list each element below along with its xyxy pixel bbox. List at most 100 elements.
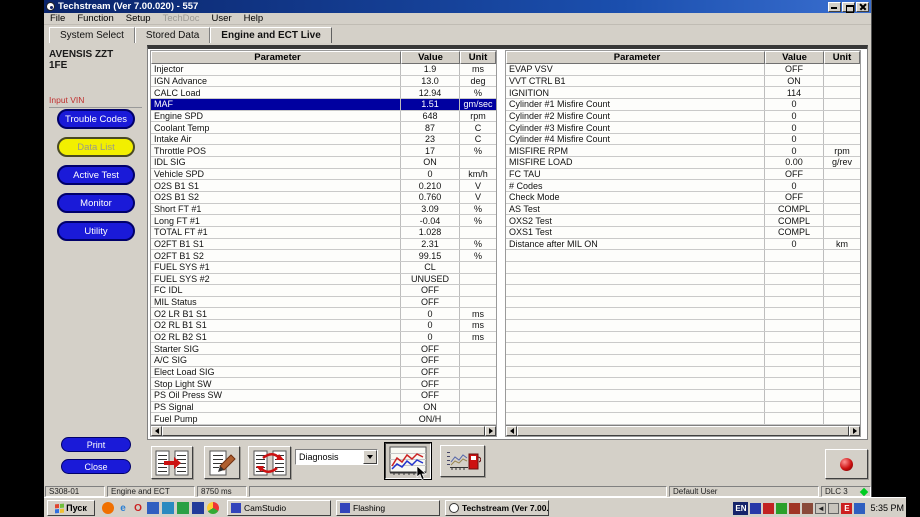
horizontal-scrollbar[interactable]	[506, 425, 860, 436]
table-row[interactable]: Fuel PumpON/H	[151, 413, 496, 425]
menu-function[interactable]: Function	[71, 13, 119, 24]
table-row[interactable]: A/C SIGOFF	[151, 355, 496, 367]
close-button[interactable]	[856, 2, 869, 12]
network-signal-icon[interactable]	[802, 503, 813, 514]
sidebar-button-trouble-codes[interactable]: Trouble Codes	[57, 109, 135, 129]
table-row[interactable]: O2S B1 S20.760V	[151, 192, 496, 204]
scrollbar-thumb[interactable]	[517, 426, 849, 436]
table-row[interactable]	[506, 378, 860, 390]
table-row[interactable]: Cylinder #2 Misfire Count0	[506, 111, 860, 123]
table-row[interactable]	[506, 390, 860, 402]
table-row[interactable]: Cylinder #1 Misfire Count0	[506, 99, 860, 111]
scroll-right-button[interactable]	[485, 426, 496, 436]
table-row[interactable]: Cylinder #3 Misfire Count0	[506, 122, 860, 134]
table-row[interactable]: PS Oil Press SWOFF	[151, 390, 496, 402]
combo-dropdown-button[interactable]	[363, 450, 377, 464]
table-row[interactable]: FUEL SYS #2UNUSED	[151, 274, 496, 286]
antivirus-green-icon[interactable]	[776, 503, 787, 514]
photoshop-icon[interactable]	[192, 502, 204, 514]
table-row[interactable]: FC IDLOFF	[151, 285, 496, 297]
table-row[interactable]: AS TestCOMPL	[506, 204, 860, 216]
volume-icon[interactable]: ◄	[815, 503, 826, 514]
sidebar-button-utility[interactable]: Utility	[57, 221, 135, 241]
column-header-parameter[interactable]: Parameter	[506, 51, 765, 64]
record-data-button[interactable]	[204, 446, 240, 479]
scroll-left-button[interactable]	[151, 426, 162, 436]
table-row[interactable]	[506, 332, 860, 344]
table-row[interactable]: Stop Light SWOFF	[151, 378, 496, 390]
table-row[interactable]: TOTAL FT #11.028	[151, 227, 496, 239]
table-row[interactable]	[506, 308, 860, 320]
column-header-parameter[interactable]: Parameter	[151, 51, 401, 64]
table-row[interactable]: Coolant Temp87C	[151, 122, 496, 134]
display-icon[interactable]	[147, 502, 159, 514]
table-row[interactable]: Engine SPD648rpm	[151, 111, 496, 123]
print-button[interactable]: Print	[61, 437, 131, 452]
table-row[interactable]: IGN Advance13.0deg	[151, 76, 496, 88]
table-row[interactable]	[506, 274, 860, 286]
table-row[interactable]: PS SignalON	[151, 402, 496, 414]
tab-stored-data[interactable]: Stored Data	[135, 27, 210, 43]
battery-icon[interactable]	[828, 503, 839, 514]
internet-explorer-icon[interactable]: e	[117, 502, 129, 514]
task-camstudio[interactable]: CamStudio	[227, 500, 331, 516]
sidebar-button-data-list[interactable]: Data List	[57, 137, 135, 157]
table-row[interactable]: Check ModeOFF	[506, 192, 860, 204]
table-row[interactable]	[506, 285, 860, 297]
menu-techdoc[interactable]: TechDoc	[157, 13, 206, 24]
explorer-icon[interactable]	[177, 502, 189, 514]
sidebar-button-active-test[interactable]: Active Test	[57, 165, 135, 185]
table-row[interactable]: Vehicle SPD0km/h	[151, 169, 496, 181]
language-indicator[interactable]: EN	[733, 502, 748, 515]
display-blue-icon[interactable]	[854, 503, 865, 514]
table-row[interactable]: O2FT B1 S12.31%	[151, 239, 496, 251]
table-row[interactable]: MISFIRE LOAD0.00g/rev	[506, 157, 860, 169]
column-header-unit[interactable]: Unit	[460, 51, 496, 64]
start-button[interactable]: Пуск	[47, 500, 95, 516]
menu-help[interactable]: Help	[238, 13, 270, 24]
app-red-icon[interactable]	[763, 503, 774, 514]
table-row[interactable]: O2 RL B2 S10ms	[151, 332, 496, 344]
e-red-icon[interactable]: E	[841, 503, 852, 514]
table-row[interactable]: FC TAUOFF	[506, 169, 860, 181]
table-row[interactable]: Throttle POS17%	[151, 145, 496, 157]
restore-button[interactable]	[842, 2, 855, 12]
tab-engine-and-ect-live[interactable]: Engine and ECT Live	[210, 27, 331, 43]
compare-data-button[interactable]	[248, 446, 291, 479]
table-row[interactable]	[506, 250, 860, 262]
table-row[interactable]: IDL SIGON	[151, 157, 496, 169]
chrome-icon[interactable]	[207, 502, 219, 514]
device-brown-icon[interactable]	[789, 503, 800, 514]
menu-file[interactable]: File	[44, 13, 71, 24]
table-row[interactable]: Short FT #13.09%	[151, 204, 496, 216]
table-row[interactable]: EVAP VSVOFF	[506, 64, 860, 76]
table-row[interactable]: Intake Air23C	[151, 134, 496, 146]
table-row[interactable]: O2FT B1 S299.15%	[151, 250, 496, 262]
table-row[interactable]: OXS1 TestCOMPL	[506, 227, 860, 239]
split-data-list-button[interactable]	[151, 446, 193, 479]
opera-icon[interactable]: O	[132, 502, 144, 514]
table-row[interactable]: MAF1.51gm/sec	[151, 99, 496, 111]
table-row[interactable]: VVT CTRL B1ON	[506, 76, 860, 88]
minimize-button[interactable]	[828, 2, 841, 12]
table-row[interactable]: MIL StatusOFF	[151, 297, 496, 309]
table-row[interactable]	[506, 413, 860, 425]
table-row[interactable]: OXS2 TestCOMPL	[506, 215, 860, 227]
view-mode-select[interactable]: Diagnosis	[295, 449, 378, 465]
table-row[interactable]: FUEL SYS #1CL	[151, 262, 496, 274]
table-row[interactable]: CALC Load12.94%	[151, 87, 496, 99]
clock[interactable]: 5:35 PM	[870, 503, 904, 513]
table-row[interactable]: O2S B1 S10.210V	[151, 180, 496, 192]
table-row[interactable]	[506, 355, 860, 367]
scrollbar-thumb[interactable]	[162, 426, 485, 436]
table-row[interactable]	[506, 297, 860, 309]
menu-user[interactable]: User	[206, 13, 238, 24]
task-flashing[interactable]: Flashing	[336, 500, 440, 516]
tab-system-select[interactable]: System Select	[49, 27, 135, 43]
table-row[interactable]: Elect Load SIGOFF	[151, 367, 496, 379]
table-row[interactable]: Long FT #1-0.04%	[151, 215, 496, 227]
table-row[interactable]	[506, 367, 860, 379]
table-row[interactable]: Starter SIGOFF	[151, 343, 496, 355]
table-row[interactable]: O2 LR B1 S10ms	[151, 308, 496, 320]
snapshot-record-button[interactable]	[825, 449, 868, 479]
